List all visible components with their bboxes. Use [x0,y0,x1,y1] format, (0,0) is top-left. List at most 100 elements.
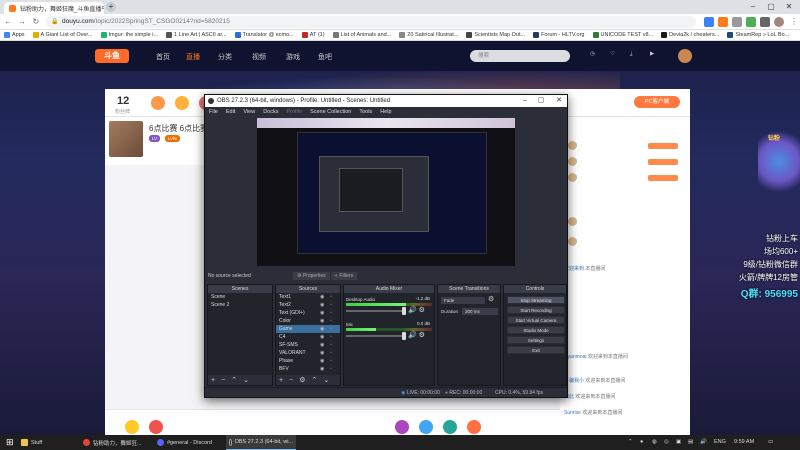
taskbar-item-chrome[interactable]: 钻粉助力，舞姬狂... [80,435,152,450]
source-properties-icon[interactable]: ⚙ [299,376,305,384]
menu-edit[interactable]: Edit [226,109,235,115]
taskbar-item-discord[interactable]: #general - Discord [154,435,224,450]
scene-item[interactable]: Scene 2 [208,301,272,309]
properties-button[interactable]: ⚙ Properties [293,272,330,280]
lock-icon[interactable]: ▫ [330,301,332,309]
tray-obs-icon[interactable]: ◎ [664,439,669,445]
volume-fader-knob[interactable] [402,307,406,315]
remove-scene-icon[interactable]: − [221,377,225,384]
studio-mode-button[interactable]: Studio Mode [507,326,565,334]
extension-icon[interactable] [718,17,728,27]
bookmark-item[interactable]: A Giant List of Over... [32,32,93,38]
menu-tools[interactable]: Tools [359,109,372,115]
extension-icon[interactable] [732,17,742,27]
gift-icon[interactable] [151,96,165,110]
volume-fader[interactable] [346,335,406,337]
visibility-eye-icon[interactable]: ◉ [320,357,324,365]
gift-icon[interactable] [443,420,457,434]
tray-language[interactable]: ENG [714,439,726,445]
taskbar-item-obs[interactable]: OBS 27.2.3 (64-bit, wi... [226,435,296,450]
tray-volume-icon[interactable]: 🔊 [700,439,707,445]
lock-icon[interactable]: ▫ [330,349,332,357]
gear-icon[interactable]: ⚙ [419,307,425,314]
lock-icon[interactable]: ▫ [330,293,332,301]
taskbar-item-stuff[interactable]: Stuff [18,435,78,450]
medal-icon[interactable] [175,96,189,110]
lock-icon[interactable]: ▫ [330,317,332,325]
lock-icon[interactable]: ▫ [330,357,332,365]
nav-yuba[interactable]: 鱼吧 [318,52,332,62]
extension-icon[interactable] [704,17,714,27]
close-window-button[interactable]: ✕ [780,1,798,13]
extension-icon[interactable] [746,17,756,27]
bookmark-item[interactable]: Translator @ ecmo... [234,32,294,38]
gift-icon[interactable] [419,420,433,434]
settings-button[interactable]: Settings [507,336,565,344]
browser-tab-active[interactable]: 钻粉助力，舞姬狂魔_斗鱼直播平 ✕ [4,2,104,14]
gift-icon[interactable] [467,420,481,434]
nav-games[interactable]: 游戏 [286,52,300,62]
obs-close-button[interactable]: ✕ [551,95,567,107]
move-up-icon[interactable]: ⌃ [231,376,237,384]
bookmark-item[interactable]: Scientists Map Out... [466,32,525,38]
visibility-eye-icon[interactable]: ◉ [320,333,324,341]
notifications-icon[interactable]: ▭ [768,439,773,445]
anchor-avatar[interactable] [109,121,143,157]
bookmark-item[interactable]: List of Animals and... [332,32,391,38]
speaker-icon[interactable]: 🔊 [408,307,417,314]
bookmark-item[interactable]: Forum - HLTV.org [533,32,585,38]
rank-avatar[interactable] [568,173,577,182]
source-item[interactable]: VALORANT ◉ ▫ [276,349,340,357]
menu-docks[interactable]: Docks [263,109,278,115]
volume-fader-knob[interactable] [402,332,406,340]
broadcast-icon[interactable]: ▶ [650,51,654,57]
lock-icon[interactable]: ▫ [330,341,332,349]
source-item[interactable]: Phase ◉ ▫ [276,357,340,365]
extensions-puzzle-icon[interactable] [760,17,770,27]
gift-icon[interactable] [149,420,163,434]
minimize-window-button[interactable]: – [744,1,762,13]
user-avatar[interactable] [678,49,692,63]
gift-icon[interactable] [125,420,139,434]
visibility-eye-icon[interactable]: ◉ [320,325,324,333]
tray-chevron-icon[interactable]: ⌃ [628,439,633,445]
address-bar[interactable]: 🔒 douyu.com/topic/2022SpringST_CSGO0214?… [46,16,696,28]
tray-discord-icon[interactable]: ● [640,439,643,445]
lock-icon[interactable]: ▫ [330,333,332,341]
add-scene-icon[interactable]: + [211,377,215,384]
source-item[interactable]: Text2 ◉ ▫ [276,301,340,309]
download-icon[interactable]: ⤓ [630,51,632,58]
pc-client-button[interactable]: PC客户端 [634,96,680,108]
new-tab-button[interactable]: + [106,2,116,12]
bookmark-apps[interactable]: Apps [4,32,25,38]
profile-avatar[interactable] [774,17,784,27]
back-icon[interactable]: ← [2,16,14,28]
gear-icon[interactable]: ⚙ [419,332,425,339]
site-search-input[interactable]: 搜索 [470,50,570,62]
bookmark-item[interactable]: UNICODE TEST v8... [592,32,653,38]
nav-home[interactable]: 首页 [156,52,170,62]
bookmark-item[interactable]: 20 Satirical Illustrat... [399,32,458,38]
lock-icon[interactable]: ▫ [330,325,332,333]
exit-button[interactable]: Exit [507,346,565,354]
gift-icon[interactable] [395,420,409,434]
history-icon[interactable]: ◷ [590,51,595,57]
scene-item[interactable]: Scene [208,293,272,301]
source-item[interactable]: C4 ◉ ▫ [276,333,340,341]
rank-avatar[interactable] [568,141,577,150]
bookmark-item[interactable]: Imgur: the simple i... [100,32,158,38]
transition-settings-icon[interactable]: ⚙ [488,295,494,303]
remove-source-icon[interactable]: − [289,377,293,384]
obs-maximize-button[interactable]: ▢ [533,95,549,107]
move-down-icon[interactable]: ⌄ [323,376,329,384]
rank-avatar[interactable] [568,157,577,166]
nav-video[interactable]: 视频 [252,52,266,62]
douyu-logo[interactable]: 斗鱼 [95,49,129,63]
start-virtual-camera-button[interactable]: Start Virtual Camera [507,316,565,324]
menu-help[interactable]: Help [380,109,391,115]
visibility-eye-icon[interactable]: ◉ [320,317,324,325]
lock-icon[interactable]: ▫ [330,365,332,373]
visibility-eye-icon[interactable]: ◉ [320,349,324,357]
lock-icon[interactable]: ▫ [330,309,332,317]
move-up-icon[interactable]: ⌃ [311,376,317,384]
